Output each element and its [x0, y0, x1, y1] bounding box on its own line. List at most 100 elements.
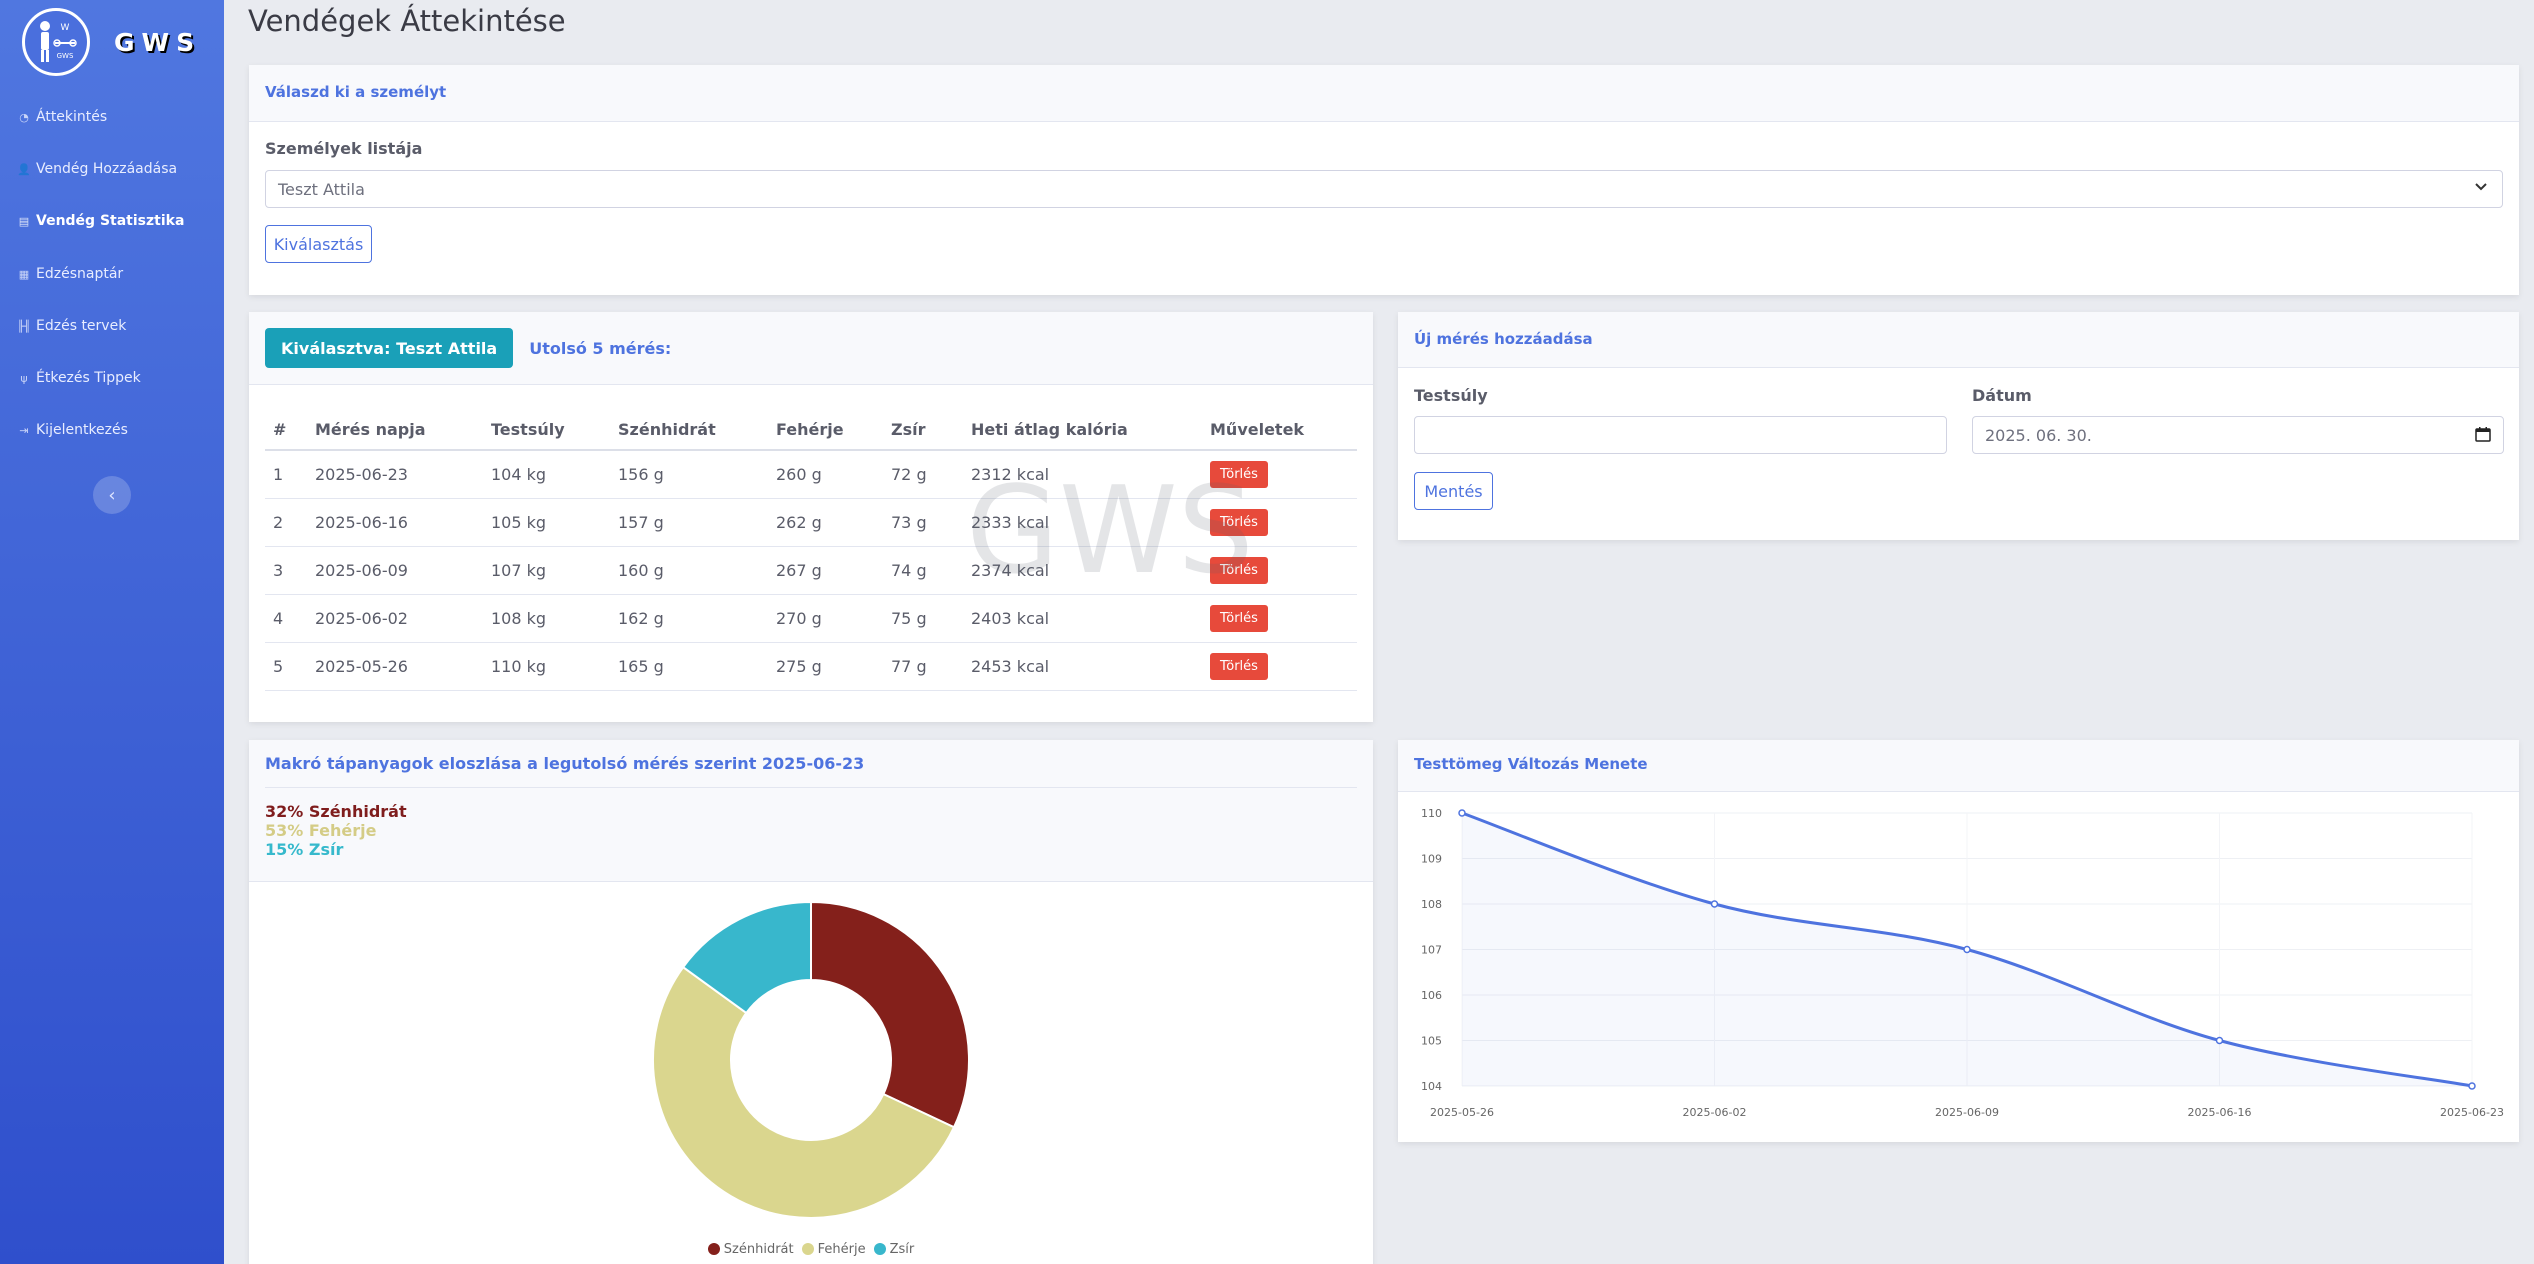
donut-slice-szénhidrát[interactable] — [810, 900, 970, 1129]
y-tick-label: 105 — [1421, 1035, 1442, 1048]
utensils-icon: ψ — [20, 371, 28, 385]
x-tick-label: 2025-05-26 — [1430, 1106, 1494, 1119]
column-header: Zsír — [883, 410, 963, 451]
table-cell: 2374 kcal — [963, 546, 1202, 595]
sidebar-item-label: Vendég Hozzáadása — [36, 161, 178, 177]
table-cell: Törlés — [1202, 642, 1357, 691]
date-input-value: 2025. 06. 30. — [1985, 426, 2092, 445]
table-cell: 2 — [265, 498, 307, 547]
table-cell: 260 g — [768, 450, 883, 499]
table-header-row: # Mérés napja Testsúly Szénhidrát Fehérj… — [265, 410, 1357, 451]
select-person-button[interactable]: Kiválasztás — [265, 225, 372, 263]
page-title: Vendégek Áttekintése — [248, 4, 566, 38]
sidebar-item-kijelentkezes[interactable]: ⇥ Kijelentkezés — [16, 422, 128, 438]
macro-percent-list: 32% Szénhidrát 53% Fehérje 15% Zsír — [265, 802, 1357, 859]
svg-text:W: W — [61, 23, 70, 33]
legend-label: Fehérje — [817, 1241, 866, 1257]
legend-item[interactable]: Szénhidrát — [707, 1242, 794, 1257]
table-cell: 162 g — [610, 594, 768, 643]
last-measurements-label: Utolsó 5 mérés: — [529, 338, 672, 358]
card-header: Testtömeg Változás Menete — [1398, 740, 2519, 792]
macro-distribution-card: Makró tápanyagok eloszlása a legutolsó m… — [249, 740, 1373, 1264]
delete-button[interactable]: Törlés — [1210, 652, 1268, 680]
table-cell: 72 g — [883, 450, 963, 499]
sidebar-item-label: Vendég Statisztika — [36, 213, 185, 229]
table-cell: 5 — [265, 642, 307, 691]
table-row: 2 2025-06-16 105 kg 157 g 262 g 73 g 233… — [265, 498, 1357, 547]
sidebar: W GWS GWS ◔ Áttekintés 👤 Vendég Hozzáadá… — [0, 0, 224, 1264]
user-plus-icon: 👤 — [17, 162, 31, 176]
column-header: Fehérje — [768, 410, 883, 451]
table-cell: 2333 kcal — [963, 498, 1202, 547]
weight-data-point[interactable] — [2215, 1036, 2224, 1045]
macro-fat-percent: 15% Zsír — [265, 840, 344, 859]
sidebar-item-vendeg-hozzaadasa[interactable]: 👤 Vendég Hozzáadása — [16, 161, 177, 177]
sidebar-item-edzesnaptar[interactable]: ▦ Edzésnaptár — [16, 266, 123, 282]
sidebar-item-etkezes-tippek[interactable]: ψ Étkezés Tippek — [16, 370, 141, 386]
card-header: Új mérés hozzáadása — [1398, 312, 2519, 368]
table-cell: Törlés — [1202, 498, 1357, 547]
sidebar-item-label: Edzésnaptár — [36, 266, 124, 282]
sidebar-item-attekintes[interactable]: ◔ Áttekintés — [16, 109, 107, 125]
table-cell: 2025-05-26 — [307, 642, 483, 691]
sidebar-item-label: Étkezés Tippek — [36, 370, 141, 386]
legend-dot-icon — [873, 1243, 886, 1255]
sidebar-item-label: Áttekintés — [36, 109, 108, 125]
donut-legend: Szénhidrát Fehérje Zsír — [249, 1240, 1373, 1259]
legend-item[interactable]: Fehérje — [801, 1241, 866, 1257]
chevron-left-icon: ‹ — [108, 484, 116, 506]
table-cell: Törlés — [1202, 546, 1357, 595]
new-measurement-card: Új mérés hozzáadása Testsúly Dátum 2025.… — [1398, 312, 2519, 540]
sidebar-item-label: Kijelentkezés — [36, 422, 128, 438]
table-cell: 165 g — [610, 642, 768, 691]
x-tick-label: 2025-06-02 — [1683, 1106, 1747, 1119]
table-cell: 73 g — [883, 498, 963, 547]
table-row: 5 2025-05-26 110 kg 165 g 275 g 77 g 245… — [265, 642, 1357, 691]
person-select[interactable]: Teszt Attila — [265, 170, 2503, 208]
legend-item[interactable]: Zsír — [873, 1242, 914, 1257]
weight-data-point[interactable] — [1710, 900, 1719, 908]
table-cell: 2453 kcal — [963, 642, 1202, 691]
table-cell: 105 kg — [483, 498, 610, 547]
select-person-card: Válaszd ki a személyt Személyek listája … — [249, 65, 2519, 295]
x-tick-label: 2025-06-16 — [2188, 1106, 2252, 1119]
sidebar-item-edzes-tervek[interactable]: ╟╢ Edzés tervek — [16, 318, 126, 334]
table-cell: 1 — [265, 450, 307, 499]
delete-button[interactable]: Törlés — [1210, 508, 1268, 536]
save-button[interactable]: Mentés — [1414, 472, 1493, 510]
date-input[interactable]: 2025. 06. 30. — [1972, 416, 2504, 454]
y-tick-label: 106 — [1421, 989, 1442, 1002]
table-cell: 156 g — [610, 450, 768, 499]
y-tick-label: 109 — [1421, 853, 1442, 866]
table-cell: 74 g — [883, 546, 963, 595]
table-cell: 107 kg — [483, 546, 610, 595]
table-row: 1 2025-06-23 104 kg 156 g 260 g 72 g 231… — [265, 450, 1357, 499]
weight-label: Testsúly — [1414, 386, 1488, 405]
table-cell: 270 g — [768, 594, 883, 643]
brand[interactable]: W GWS GWS — [22, 8, 201, 76]
calendar-icon[interactable] — [2475, 426, 2491, 446]
id-card-icon: ▤ — [18, 214, 30, 228]
brand-name: GWS — [114, 27, 202, 57]
sidebar-collapse-button[interactable]: ‹ — [93, 476, 131, 514]
table-cell: 4 — [265, 594, 307, 643]
table-cell: 108 kg — [483, 594, 610, 643]
sidebar-item-vendeg-statisztika[interactable]: ▤ Vendég Statisztika — [16, 213, 185, 229]
legend-dot-icon — [801, 1243, 814, 1255]
table-cell: 267 g — [768, 546, 883, 595]
weight-data-point[interactable] — [1458, 809, 1466, 817]
legend-dot-icon — [707, 1243, 720, 1255]
delete-button[interactable]: Törlés — [1210, 556, 1268, 584]
person-select-value: Teszt Attila — [278, 180, 365, 199]
column-header: # — [265, 410, 307, 451]
calendar-icon: ▦ — [18, 267, 30, 281]
column-header: Műveletek — [1202, 410, 1357, 451]
delete-button[interactable]: Törlés — [1210, 604, 1268, 632]
table-cell: 75 g — [883, 594, 963, 643]
delete-button[interactable]: Törlés — [1210, 460, 1268, 488]
weight-input[interactable] — [1414, 416, 1947, 454]
weight-data-point[interactable] — [2468, 1082, 2476, 1090]
weight-data-point[interactable] — [1963, 945, 1971, 954]
card-header: Makró tápanyagok eloszlása a legutolsó m… — [249, 740, 1373, 882]
selected-person-button[interactable]: Kiválasztva: Teszt Attila — [265, 328, 514, 368]
